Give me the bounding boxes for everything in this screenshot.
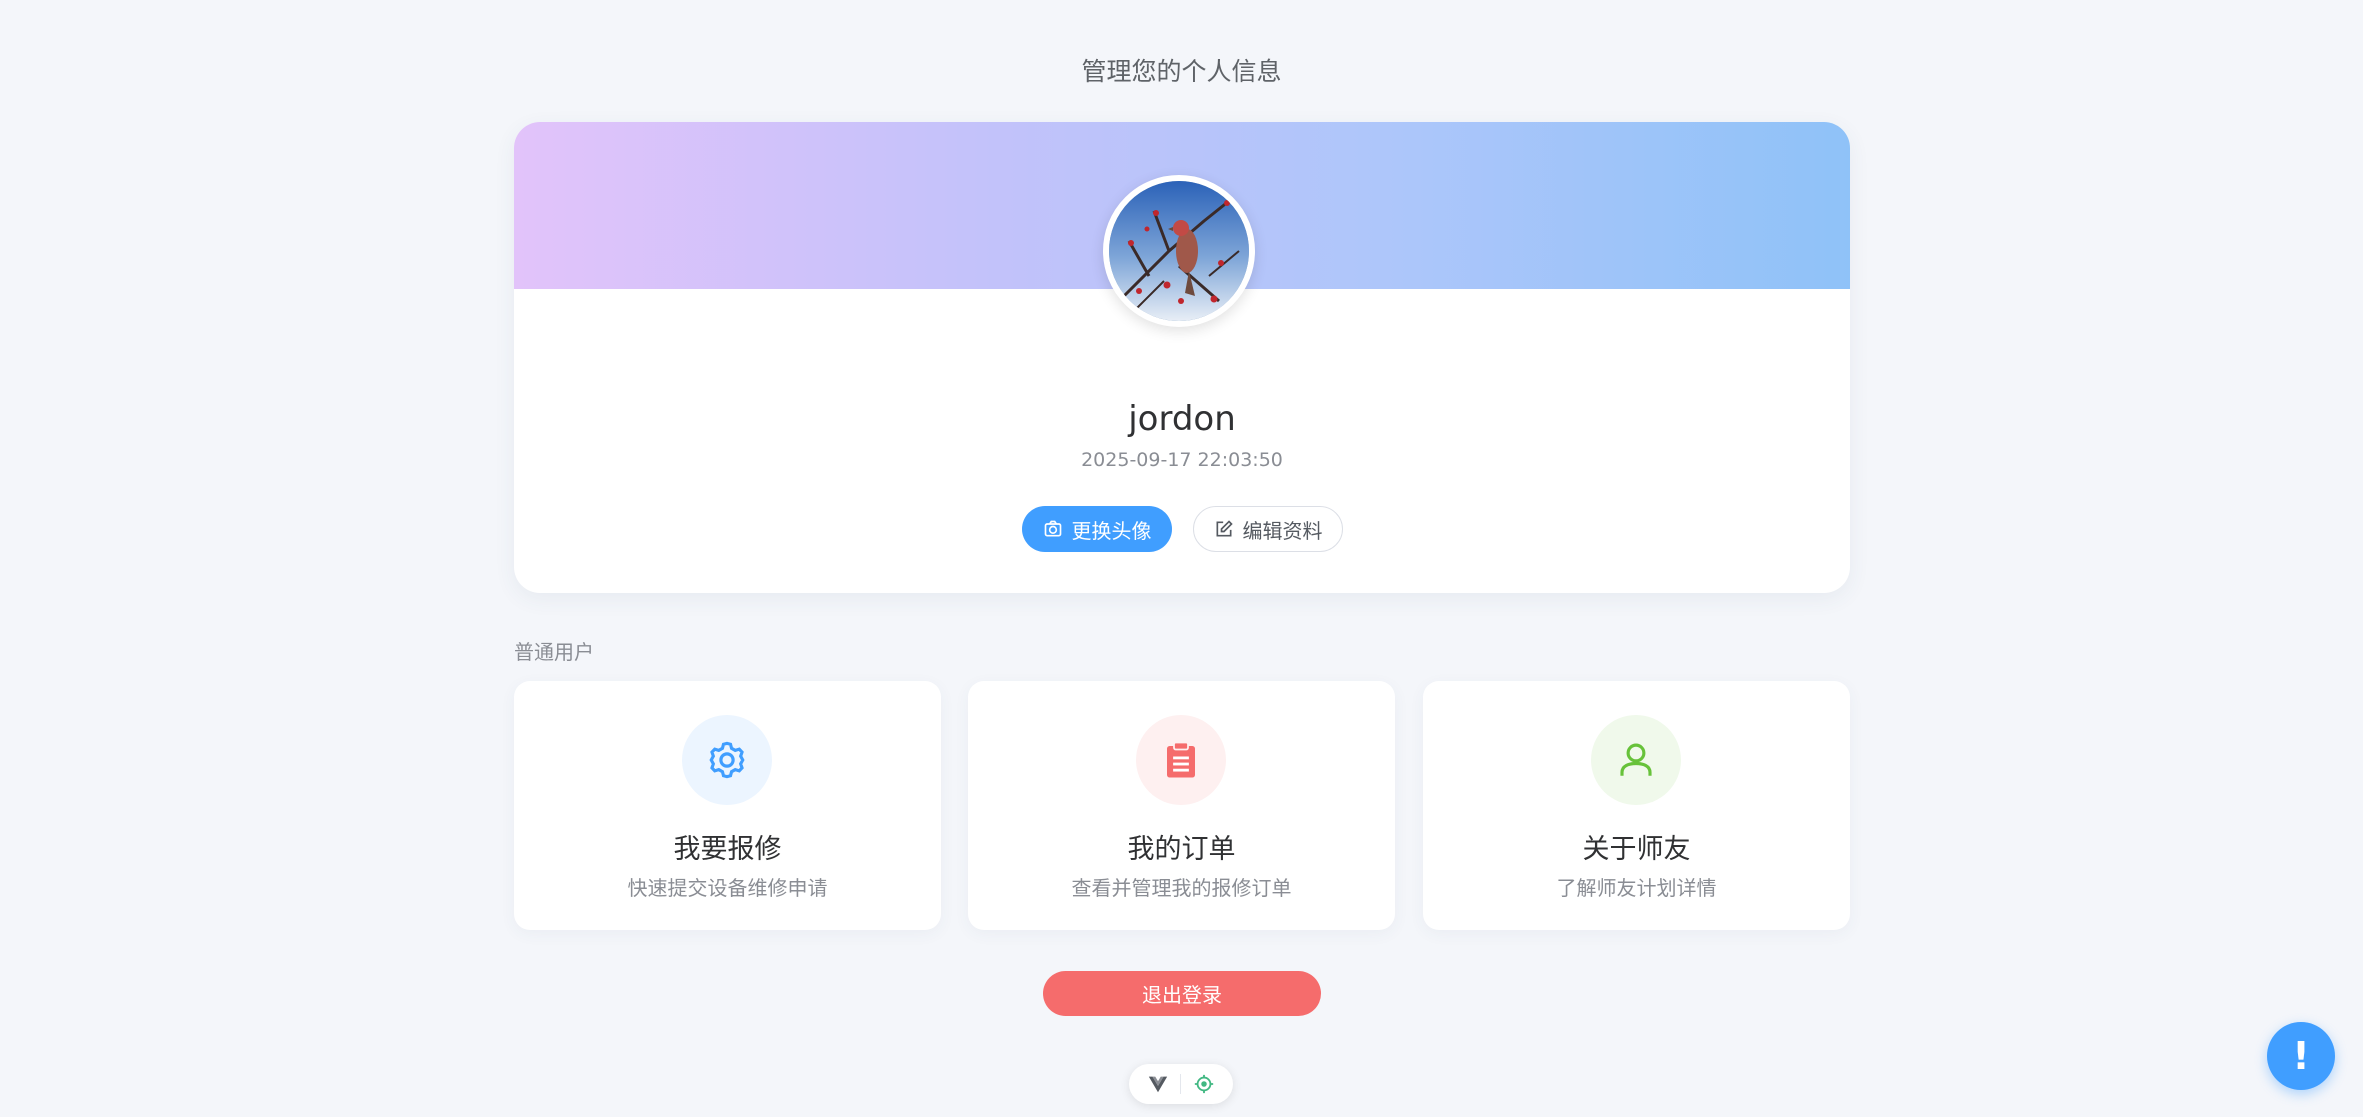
user-icon xyxy=(1620,743,1652,776)
feature-icon-wrap xyxy=(682,715,772,805)
edit-profile-label: 编辑资料 xyxy=(1242,518,1323,543)
gear-icon xyxy=(709,741,745,779)
logout-button[interactable]: 退出登录 xyxy=(1043,971,1321,1016)
edit-profile-button[interactable]: 编辑资料 xyxy=(1193,506,1343,552)
feature-card-about[interactable]: 关于师友 了解师友计划详情 xyxy=(1423,681,1850,930)
avatar[interactable] xyxy=(1103,175,1255,327)
feature-title: 关于师友 xyxy=(1582,834,1691,865)
avatar-image xyxy=(1109,181,1249,321)
devtools-toolbar xyxy=(1129,1064,1233,1104)
vue-logo-icon[interactable] xyxy=(1147,1073,1169,1095)
join-date: 2025-09-17 22:03:50 xyxy=(1081,449,1283,471)
feature-desc: 了解师友计划详情 xyxy=(1556,876,1717,900)
feature-desc: 查看并管理我的报修订单 xyxy=(1071,876,1292,900)
page-subtitle: 管理您的个人信息 xyxy=(1081,57,1282,86)
feature-title: 我的订单 xyxy=(1127,834,1236,865)
feature-card-repair[interactable]: 我要报修 快速提交设备维修申请 xyxy=(514,681,941,930)
section-label: 普通用户 xyxy=(514,640,594,664)
profile-card: jordon 2025-09-17 22:03:50 更换头像 编辑资料 xyxy=(514,122,1850,593)
feature-title: 我要报修 xyxy=(673,834,782,865)
change-avatar-label: 更换头像 xyxy=(1071,518,1152,543)
username: jordon xyxy=(1128,399,1236,439)
edit-icon xyxy=(1216,520,1233,537)
feature-icon-wrap xyxy=(1591,715,1681,805)
feature-card-orders[interactable]: 我的订单 查看并管理我的报修订单 xyxy=(968,681,1395,930)
toolbar-divider xyxy=(1180,1074,1182,1094)
camera-icon xyxy=(1044,520,1061,537)
change-avatar-button[interactable]: 更换头像 xyxy=(1022,506,1172,552)
help-button[interactable]: ! xyxy=(2267,1022,2335,1090)
crosshair-icon[interactable] xyxy=(1193,1073,1215,1095)
feature-desc: 快速提交设备维修申请 xyxy=(627,876,828,900)
feature-icon-wrap xyxy=(1136,715,1226,805)
clipboard-icon xyxy=(1167,741,1195,778)
